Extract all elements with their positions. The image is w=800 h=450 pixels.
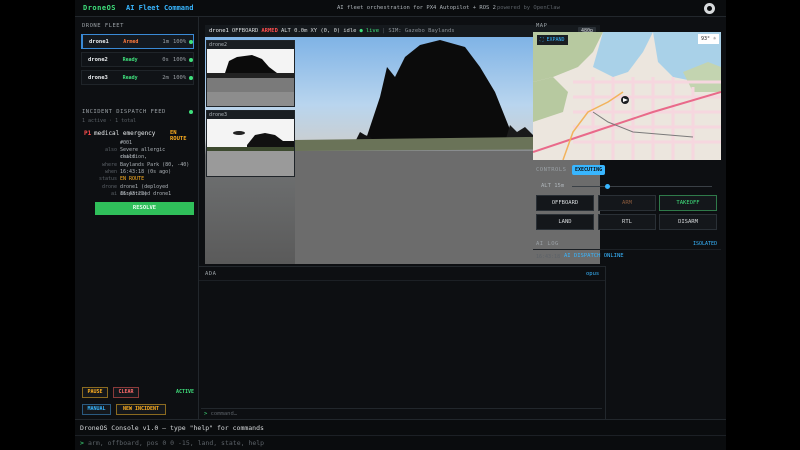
drone-status: Ready <box>122 56 138 63</box>
drone-name: drone2 <box>88 56 108 63</box>
app-subtitle: AI fleet orchestration for PX4 Autopilot… <box>337 5 496 11</box>
feed-heading: INCIDENT DISPATCH FEED <box>82 109 166 115</box>
disarm-button[interactable]: DISARM <box>659 214 717 230</box>
video-sim-label: SIM: Gazebo Baylands <box>388 28 455 34</box>
pip-drone3[interactable]: drone3 <box>206 110 295 177</box>
command-prompt: > <box>204 411 208 417</box>
divider <box>199 280 605 281</box>
offboard-button[interactable]: OFFBOARD <box>536 195 594 211</box>
console-input[interactable]: arm, offboard, pos 0 0 -15, land, state,… <box>88 439 264 447</box>
drone-card-drone1[interactable]: drone1 Armed 1m 100% <box>81 34 194 49</box>
console-prompt: > <box>80 439 84 447</box>
ada-model-label: opus <box>586 271 600 277</box>
video-position: XY (0, 0) <box>310 28 341 34</box>
drone-uptime: 1m <box>162 38 170 45</box>
drone-name: drone3 <box>88 74 108 81</box>
video-armed-badge: ARMED <box>261 28 278 34</box>
live-dot-icon: ● <box>359 28 363 34</box>
controls-heading: CONTROLS <box>536 167 567 173</box>
new-incident-button[interactable]: NEW INCIDENT <box>116 404 166 415</box>
pip-drone2[interactable]: drone2 <box>206 40 295 107</box>
feed-summary: 1 active · 1 total <box>82 118 137 124</box>
drone-status: Ready <box>122 74 138 81</box>
fleet-heading: DRONE FLEET <box>82 23 124 29</box>
drone-battery: 100% <box>172 38 187 45</box>
log-timestamp: 16:43:18 <box>536 254 561 260</box>
video-flight-mode: OFFBOARD <box>231 28 259 34</box>
map-expand-button[interactable]: ⛶ EXPAND <box>537 35 568 45</box>
pip-label: drone2 <box>207 41 294 49</box>
drone-battery: 100% <box>172 56 187 63</box>
map-view[interactable]: ⛶ EXPAND 93° ☼ <box>533 32 721 160</box>
app-title: AI Fleet Command <box>126 4 194 12</box>
executing-badge: EXECUTING <box>572 165 606 175</box>
video-state: idle <box>343 28 357 34</box>
command-placeholder: command… <box>210 411 238 417</box>
ai-log-heading: AI LOG <box>536 241 559 247</box>
drone-uptime: 0s <box>162 56 169 63</box>
map-weather-badge: 93° ☼ <box>698 34 720 44</box>
console-panel: DroneOS Console v1.0 — type "help" for c… <box>75 419 726 450</box>
divider <box>75 435 726 436</box>
ada-heading: ADA <box>205 271 217 277</box>
drone-battery: 100% <box>172 74 187 81</box>
drone-status: Armed <box>123 38 139 45</box>
drone-card-drone2[interactable]: drone2 Ready 0s 100% <box>81 52 194 67</box>
app-logo: DroneOS <box>83 4 117 12</box>
incident-priority: P1 <box>84 130 92 137</box>
video-divider: | <box>382 28 386 34</box>
drone-uptime: 2m <box>162 74 169 81</box>
drone-online-indicator <box>189 57 193 62</box>
video-altitude: ALT 0.0m <box>280 28 308 34</box>
arm-button[interactable]: ARM <box>598 195 656 211</box>
drone-name: drone1 <box>89 38 109 45</box>
powered-by: powered by OpenClaw <box>497 5 560 11</box>
map-heading: MAP <box>536 23 548 29</box>
altitude-slider-track[interactable] <box>572 186 712 187</box>
left-panel: DRONE FLEET drone1 Armed 1m 100% drone2 … <box>75 17 199 419</box>
ada-command-input[interactable]: > command… <box>201 408 602 419</box>
video-live-label: live <box>365 28 380 34</box>
land-button[interactable]: LAND <box>536 214 594 230</box>
altitude-slider-knob[interactable] <box>605 184 610 189</box>
pip-scene <box>207 49 294 106</box>
top-bar: DroneOS AI Fleet Command AI fleet orches… <box>75 0 726 17</box>
divider <box>533 249 721 250</box>
clear-button[interactable]: CLEAR <box>113 387 139 398</box>
resolve-button[interactable]: RESOLVE <box>95 202 194 215</box>
takeoff-button[interactable]: TAKEOFF <box>659 195 717 211</box>
console-title: DroneOS Console v1.0 — type "help" for c… <box>80 424 264 432</box>
drone-card-drone3[interactable]: drone3 Ready 2m 100% <box>81 70 194 85</box>
log-message: AI DISPATCH ONLINE <box>564 253 624 259</box>
video-drone-name: drone1 <box>209 28 229 34</box>
app-frame: DroneOS AI Fleet Command AI fleet orches… <box>75 0 726 450</box>
pip-scene <box>207 119 294 176</box>
pip-label: drone3 <box>207 111 294 119</box>
drone-online-indicator <box>189 75 193 80</box>
feed-active-status: ACTIVE <box>176 389 195 395</box>
altitude-label: ALT 15m <box>541 183 565 189</box>
map-canvas <box>533 32 721 160</box>
ada-panel: ADA opus > command… <box>199 266 606 420</box>
manual-button[interactable]: MANUAL <box>82 404 111 415</box>
github-icon[interactable] <box>704 3 715 14</box>
ai-log-isolated-badge: ISOLATED <box>693 241 718 247</box>
incident-title: medical emergency <box>94 130 156 137</box>
feed-live-indicator <box>189 110 193 114</box>
rtl-button[interactable]: RTL <box>598 214 656 230</box>
drone-online-indicator <box>189 39 193 44</box>
pause-button[interactable]: PAUSE <box>82 387 108 398</box>
